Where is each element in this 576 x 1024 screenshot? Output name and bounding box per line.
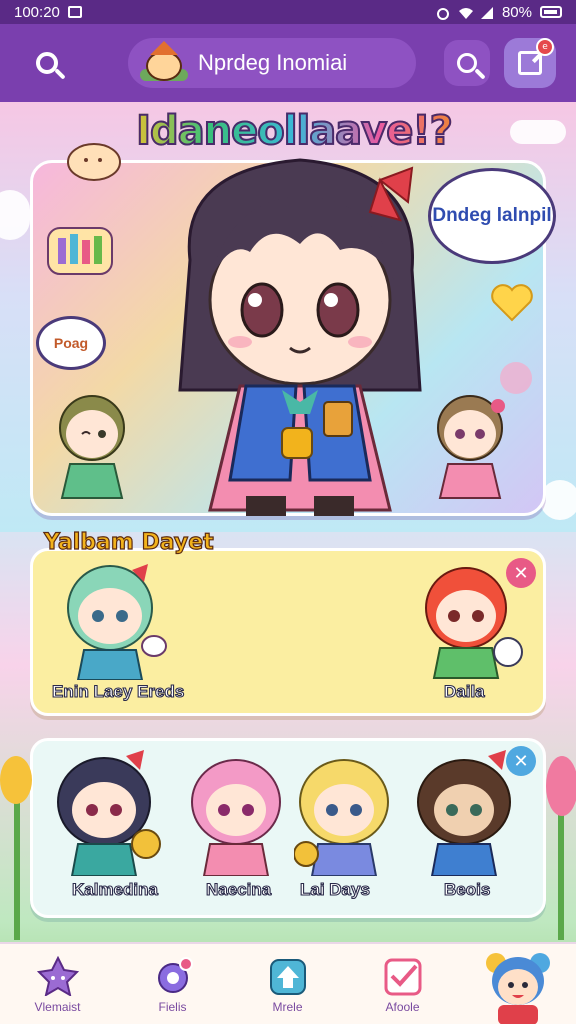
flower-friend-icon bbox=[157, 957, 193, 993]
list-character-avatar[interactable] bbox=[186, 750, 286, 876]
compose-button[interactable]: e bbox=[504, 38, 556, 88]
list-character-avatar[interactable] bbox=[294, 750, 394, 876]
app-header: Nprdeg Inomiai e bbox=[0, 24, 576, 102]
favorite-character-avatar[interactable] bbox=[418, 562, 524, 680]
status-time: 100:20 bbox=[14, 3, 60, 21]
nav-item-profile[interactable] bbox=[460, 944, 575, 1024]
search-secondary-button[interactable] bbox=[444, 40, 490, 86]
list-character-label: Beois bbox=[443, 879, 491, 899]
edit-icon bbox=[518, 51, 542, 75]
list-character-label: Lai Days bbox=[299, 879, 370, 899]
list-character-label: Kalmedina bbox=[71, 879, 158, 899]
battery-percent: 80% bbox=[501, 3, 532, 21]
battery-icon bbox=[540, 6, 562, 18]
favorite-character-label: Enin Laey Ereds bbox=[51, 681, 185, 701]
nav-item-friends[interactable]: Fielis bbox=[115, 944, 230, 1024]
upload-house-icon bbox=[269, 959, 306, 995]
nav-label: Mrele bbox=[272, 1000, 303, 1014]
status-bar: 100:20 80% bbox=[0, 0, 576, 24]
cloud bbox=[510, 120, 566, 144]
star-face-icon bbox=[36, 956, 79, 996]
favorite-character-avatar[interactable] bbox=[58, 560, 168, 680]
nav-label: Afoole bbox=[385, 1000, 420, 1014]
nav-item-create[interactable]: Mrele bbox=[230, 944, 345, 1024]
nav-label: Vlemaist bbox=[34, 1000, 81, 1014]
notification-badge: e bbox=[536, 38, 554, 56]
favorite-character-label: Daila bbox=[443, 681, 485, 701]
side-character-left bbox=[59, 395, 125, 499]
nav-item-home[interactable]: Vlemaist bbox=[0, 944, 115, 1024]
favorites-title: Yalbam Dayet bbox=[43, 529, 214, 555]
list-character-avatar[interactable] bbox=[52, 748, 162, 876]
search-button[interactable] bbox=[24, 40, 70, 86]
heart-sticker-icon bbox=[491, 284, 533, 322]
cloud bbox=[0, 190, 30, 240]
signal-icon bbox=[480, 6, 494, 19]
main-character-illustration bbox=[178, 158, 422, 516]
mascot-logo-icon bbox=[140, 41, 188, 85]
speech-bubble-left: Poag bbox=[36, 316, 106, 370]
list-character-label: Naecina bbox=[205, 879, 272, 899]
color-pencils-sticker-icon bbox=[47, 227, 113, 275]
nav-item-tasks[interactable]: Afoole bbox=[345, 944, 460, 1024]
search-icon bbox=[36, 52, 58, 74]
bottom-navigation: Vlemaist Fielis Mrele Afoole bbox=[0, 942, 576, 1024]
flower-decoration bbox=[546, 756, 576, 940]
list-character-avatar[interactable] bbox=[410, 750, 520, 876]
flower-decoration bbox=[0, 756, 32, 940]
notification-icon bbox=[67, 6, 82, 18]
app-title: Nprdeg Inomiai bbox=[198, 50, 348, 75]
search-icon bbox=[457, 53, 477, 73]
checklist-icon bbox=[384, 958, 421, 996]
nav-label: Fielis bbox=[158, 1000, 187, 1014]
cloud-sticker-icon bbox=[67, 143, 121, 181]
app-title-pill[interactable]: Nprdeg Inomiai bbox=[128, 38, 416, 88]
alarm-icon bbox=[436, 6, 450, 20]
mascot-avatar-icon bbox=[485, 953, 550, 1024]
wifi-icon bbox=[458, 6, 473, 19]
side-character-right bbox=[437, 395, 505, 499]
